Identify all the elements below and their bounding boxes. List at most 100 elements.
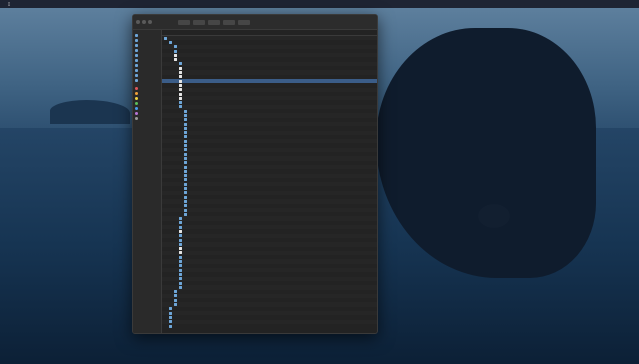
folder-icon [184,156,187,160]
row-name-cell [162,199,275,203]
row-name-cell [162,320,275,324]
row-name-cell [162,45,275,49]
folder-icon [184,199,187,203]
row-name-cell [162,49,275,53]
folder-icon [184,118,187,122]
document-icon [174,53,177,57]
tag-dot-icon [135,112,138,115]
folder-icon [174,45,177,49]
row-name-cell [162,144,275,148]
row-name-cell [162,204,275,208]
tag-dot-icon [135,102,138,105]
folder-icon [179,62,182,66]
folder-icon [184,113,187,117]
row-name-cell [162,66,275,70]
document-icon [179,83,182,87]
row-name-cell [162,251,275,255]
folder-icon [169,315,172,319]
folder-icon [184,174,187,178]
row-name-cell [162,88,275,92]
apple-menu-icon[interactable]:  [8,2,10,6]
folder-icon [174,49,177,53]
folder-icon [179,268,182,272]
row-name-cell [162,277,275,281]
row-name-cell [162,182,275,186]
row-name-cell [162,62,275,66]
row-name-cell [162,230,275,233]
sidebar-item[interactable] [133,78,161,83]
row-name-cell [162,36,275,40]
row-name-cell [162,131,275,135]
document-icon [179,75,182,79]
row-name-cell [162,101,275,105]
row-name-cell [162,311,275,315]
tag-dot-icon [135,107,138,110]
column-size[interactable] [329,30,351,35]
column-kind[interactable] [351,30,377,35]
close-button[interactable] [136,20,140,24]
folder-icon [184,208,187,212]
folder-icon [135,59,138,62]
row-name-cell [162,79,275,83]
document-icon [179,88,182,92]
folder-icon [135,79,138,82]
folder-icon [184,169,187,173]
minimize-button[interactable] [142,20,146,24]
row-name-cell [162,208,275,212]
folder-icon [184,182,187,186]
document-icon [179,71,182,75]
row-name-cell [162,298,275,302]
row-name-cell [162,238,275,242]
row-name-cell [162,268,275,272]
row-name-cell [162,285,275,289]
share-button[interactable] [238,19,250,25]
row-name-cell [162,83,275,87]
row-name-cell [162,174,275,178]
row-name-cell [162,187,275,191]
folder-icon [135,49,138,52]
document-icon [179,247,182,251]
sidebar-tag[interactable] [133,116,161,121]
row-name-cell [162,294,275,298]
folder-icon [184,191,187,195]
row-name-cell [162,75,275,79]
folder-icon [184,204,187,208]
row-name-cell [162,118,275,122]
tag-dot-icon [135,92,138,95]
folder-icon [184,148,187,152]
folder-icon [179,101,182,105]
row-name-cell [162,169,275,173]
folder-icon [184,109,187,113]
folder-icon [179,217,182,221]
folder-icon [184,144,187,148]
action-button[interactable] [223,19,235,25]
back-forward-button[interactable] [178,19,190,25]
row-name-cell [162,71,275,75]
view-mode-button[interactable] [193,19,205,25]
row-name-cell [162,122,275,126]
file-list [162,30,377,333]
row-name-cell [162,281,275,285]
row-name-cell [162,165,275,169]
group-button[interactable] [208,19,220,25]
row-name-cell [162,53,275,57]
column-name[interactable] [162,30,275,35]
folder-icon [179,260,182,264]
column-date-modified[interactable] [275,30,329,35]
folder-icon [179,277,182,281]
row-name-cell [162,260,275,264]
row-name-cell [162,212,275,216]
table-row[interactable] [162,324,377,328]
wallpaper-rock [478,204,510,228]
window-titlebar [133,15,377,30]
tag-dot-icon [135,117,138,120]
row-name-cell [162,195,275,199]
zoom-button[interactable] [148,20,152,24]
folder-icon [184,152,187,156]
folder-icon [169,307,172,311]
folder-icon [184,161,187,165]
row-name-cell [162,113,275,117]
document-icon [179,96,182,100]
document-icon [179,79,182,83]
row-name-cell [162,191,275,195]
